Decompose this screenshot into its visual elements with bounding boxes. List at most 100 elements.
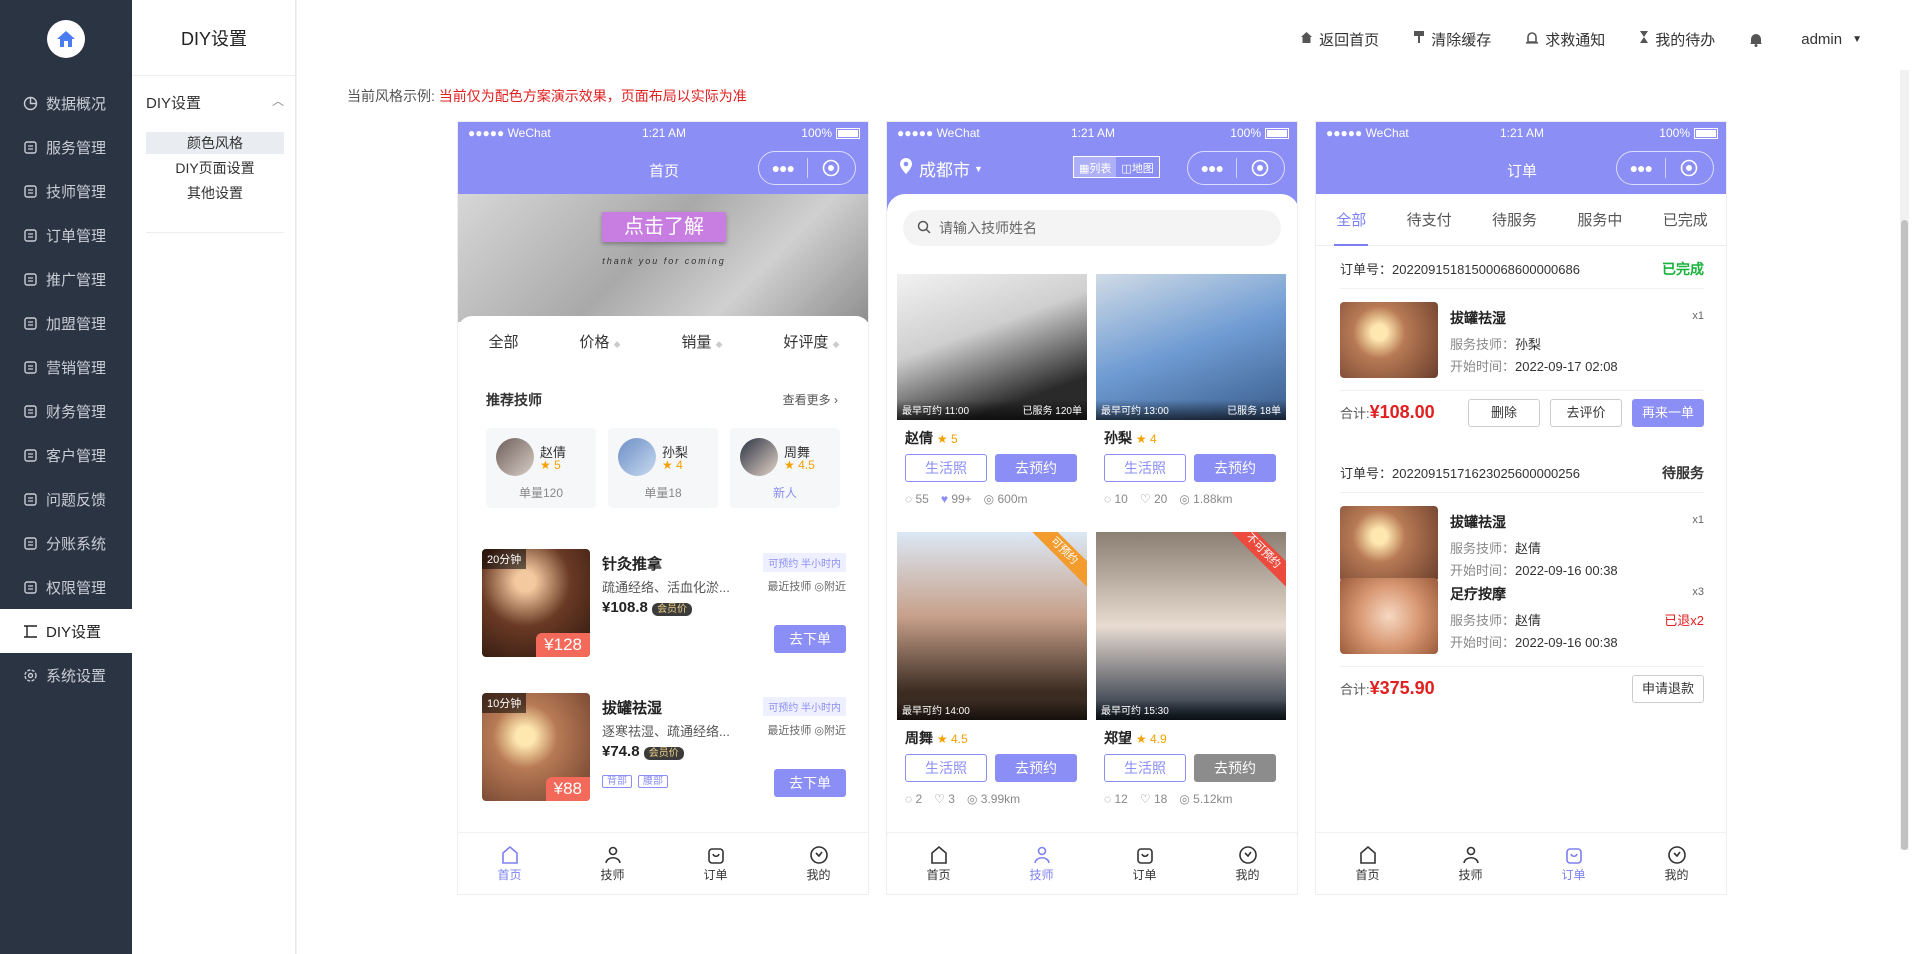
todo-button[interactable]: 我的待办	[1639, 29, 1715, 50]
service-card[interactable]: 20分钟 ¥128 针灸推拿 可预约 半小时内 疏通经络、活血化淤... 最近技…	[482, 549, 846, 669]
sidebar-item-13[interactable]: 系统设置	[0, 653, 132, 697]
more-dots-icon[interactable]: ●●●	[1188, 160, 1236, 176]
order-item[interactable]: 足疗按摩 x3 服务技师：赵倩 已退x2 开始时间：2022-09-16 00:…	[1340, 578, 1704, 654]
recommended-tech-card[interactable]: 孙梨 ★ 4 单量18	[608, 428, 718, 508]
sub-nav-group[interactable]: DIY设置 ︿	[146, 92, 284, 113]
filter-sales[interactable]: 销量 ◆	[681, 331, 722, 352]
order-item[interactable]: 拔罐祛湿 x1 服务技师：赵倩 开始时间：2022-09-16 00:38	[1340, 506, 1704, 582]
tab-home[interactable]: 首页	[1316, 833, 1419, 894]
order-button[interactable]: 去下单	[774, 625, 846, 653]
service-card[interactable]: 10分钟 ¥88 拔罐祛湿 可预约 半小时内 逐寒祛湿、疏通经络... 最近技师…	[482, 693, 846, 813]
tab-profile[interactable]: 我的	[1625, 833, 1726, 894]
recommended-tech-card[interactable]: 周舞 ★ 4.5 新人	[730, 428, 840, 508]
sidebar-item-8[interactable]: 客户管理	[0, 433, 132, 477]
sidebar-item-7[interactable]: 财务管理	[0, 389, 132, 433]
sidebar-item-3[interactable]: 订单管理	[0, 213, 132, 257]
tab-order[interactable]: 订单	[1522, 833, 1625, 894]
order-tab[interactable]: 待支付	[1407, 209, 1452, 230]
order-button[interactable]: 去下单	[774, 769, 846, 797]
life-photo-button[interactable]: 生活照	[1104, 454, 1186, 482]
map-view-label: 地图	[1131, 163, 1154, 175]
tab-technician[interactable]: 技师	[1419, 833, 1522, 894]
technician-card[interactable]: 最早可约 13:00 已服务 18单 孙梨 ★ 4 生活照 去预约 ◌ 10 ♡ …	[1096, 274, 1286, 524]
order-tab[interactable]: 已完成	[1663, 209, 1708, 230]
sub-nav-item-diy-page[interactable]: DIY页面设置	[146, 157, 284, 179]
sidebar-item-4[interactable]: 推广管理	[0, 257, 132, 301]
tab-home[interactable]: 首页	[458, 833, 561, 894]
banner-button[interactable]: 点击了解	[602, 212, 726, 242]
technician-tab-icon	[1461, 844, 1481, 866]
book-button[interactable]: 去预约	[995, 754, 1077, 782]
mini-program-capsule[interactable]: ●●●	[758, 151, 856, 185]
sidebar-item-5[interactable]: 加盟管理	[0, 301, 132, 345]
life-photo-button[interactable]: 生活照	[905, 754, 987, 782]
technician-card[interactable]: 最早可约 11:00 已服务 120单 赵倩 ★ 5 生活照 去预约 ◌ 55 ♥…	[897, 274, 1087, 524]
mini-program-capsule[interactable]: ●●●	[1187, 151, 1285, 185]
life-photo-button[interactable]: 生活照	[1104, 754, 1186, 782]
book-button[interactable]: 去预约	[1194, 454, 1276, 482]
item-qty: x1	[1692, 310, 1704, 322]
search-input[interactable]: 请输入技师姓名	[903, 210, 1281, 246]
sidebar-item-1[interactable]: 服务管理	[0, 125, 132, 169]
filter-rating[interactable]: 好评度 ◆	[783, 331, 839, 352]
time-label: 开始时间：	[1450, 359, 1516, 374]
home-logo-icon[interactable]	[47, 20, 85, 58]
close-target-icon[interactable]	[808, 159, 856, 177]
sidebar-item-9[interactable]: 问题反馈	[0, 477, 132, 521]
sidebar-item-12[interactable]: DIY设置	[0, 609, 132, 653]
sub-nav-item-color-style[interactable]: 颜色风格	[146, 132, 284, 154]
clear-cache-button[interactable]: 清除缓存	[1413, 29, 1491, 50]
order-header[interactable]: 订单号：2022091518150006860000068​6 已完成	[1340, 259, 1704, 289]
user-menu[interactable]: admin ▼	[1801, 31, 1862, 48]
service-chip: 腰部	[638, 775, 668, 788]
order-tab[interactable]: 待服务	[1492, 209, 1537, 230]
more-dots-icon[interactable]: ●●●	[1617, 160, 1665, 176]
order-header[interactable]: 订单号：2022091517162302560000025​6 待服务	[1340, 463, 1704, 493]
order-action-button[interactable]: 删除	[1468, 398, 1540, 427]
tab-technician[interactable]: 技师	[561, 833, 664, 894]
more-dots-icon[interactable]: ●●●	[759, 160, 807, 176]
view-more-link[interactable]: 查看更多 ›	[783, 391, 838, 408]
sub-nav-item-other[interactable]: 其他设置	[146, 182, 284, 204]
page-scrollbar[interactable]	[1900, 70, 1909, 850]
order-tab[interactable]: 全部	[1334, 209, 1369, 246]
order-item[interactable]: 拔罐祛湿 x1 服务技师：孙梨 开始时间：2022-09-17 02:08	[1340, 302, 1704, 378]
technician-card[interactable]: 不可预约 最早可约 15:30 郑望 ★ 4.9 生活照 去预约 ◌ 12 ♡ …	[1096, 532, 1286, 806]
close-target-icon[interactable]	[1666, 159, 1714, 177]
filter-all[interactable]: 全部	[488, 331, 518, 352]
back-home-link[interactable]: 返回首页	[1300, 29, 1379, 50]
order-action-button[interactable]: 申请退款	[1632, 674, 1704, 703]
help-notice-button[interactable]: 求救通知	[1525, 29, 1605, 50]
order-action-button[interactable]: 再来一单	[1632, 398, 1704, 427]
sidebar-item-0[interactable]: 数据概况	[0, 81, 132, 125]
item-tech: 服务技师：赵倩	[1450, 538, 1541, 557]
bell-icon[interactable]	[1749, 32, 1763, 47]
comment-count: 12	[1114, 792, 1128, 806]
likes-stat: ♥ 99+	[941, 492, 972, 506]
sidebar-item-2[interactable]: 技师管理	[0, 169, 132, 213]
sidebar-item-10[interactable]: 分账系统	[0, 521, 132, 565]
tab-technician[interactable]: 技师	[990, 833, 1093, 894]
city-selector[interactable]: 成都市 ▼	[899, 156, 983, 181]
home-banner[interactable]: 点击了解 thank you for coming	[458, 194, 868, 322]
tab-order[interactable]: 订单	[1093, 833, 1196, 894]
tab-home[interactable]: 首页	[887, 833, 990, 894]
mini-program-capsule[interactable]: ●●●	[1616, 151, 1714, 185]
sidebar-item-6[interactable]: 营销管理	[0, 345, 132, 389]
order-tab[interactable]: 服务中	[1577, 209, 1622, 230]
technician-card[interactable]: 可预约 最早可约 14:00 周舞 ★ 4.5 生活照 去预约 ◌ 2 ♡ 3 …	[897, 532, 1087, 806]
life-photo-button[interactable]: 生活照	[905, 454, 987, 482]
rating-value: 4	[676, 458, 683, 472]
tab-profile[interactable]: 我的	[1196, 833, 1297, 894]
recommended-tech-card[interactable]: 赵倩 ★ 5 单量120	[486, 428, 596, 508]
map-view-toggle[interactable]: ◫地图	[1116, 157, 1158, 177]
filter-price[interactable]: 价格 ◆	[579, 331, 620, 352]
list-view-toggle[interactable]: ▦列表	[1074, 157, 1117, 177]
sidebar-item-11[interactable]: 权限管理	[0, 565, 132, 609]
order-action-button[interactable]: 去评价	[1550, 398, 1622, 427]
close-target-icon[interactable]	[1237, 159, 1285, 177]
tab-profile[interactable]: 我的	[767, 833, 868, 894]
book-button[interactable]: 去预约	[995, 454, 1077, 482]
tab-order[interactable]: 订单	[664, 833, 767, 894]
book-button[interactable]: 去预约	[1194, 754, 1276, 782]
